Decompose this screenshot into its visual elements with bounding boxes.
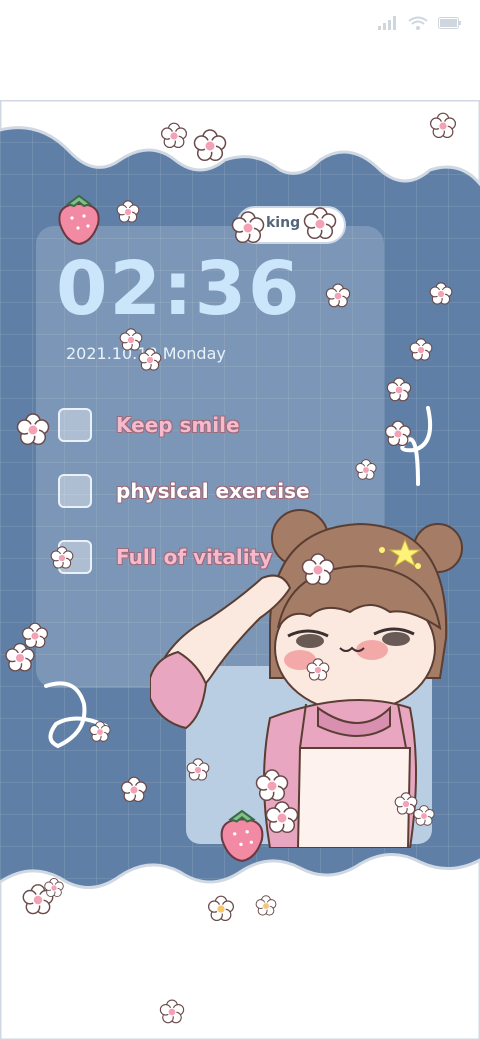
page-dot-icon[interactable] [254,894,278,918]
page-indicator[interactable] [206,894,278,924]
page-dot-active-icon[interactable] [206,894,236,924]
flower-decorations [5,112,456,1024]
